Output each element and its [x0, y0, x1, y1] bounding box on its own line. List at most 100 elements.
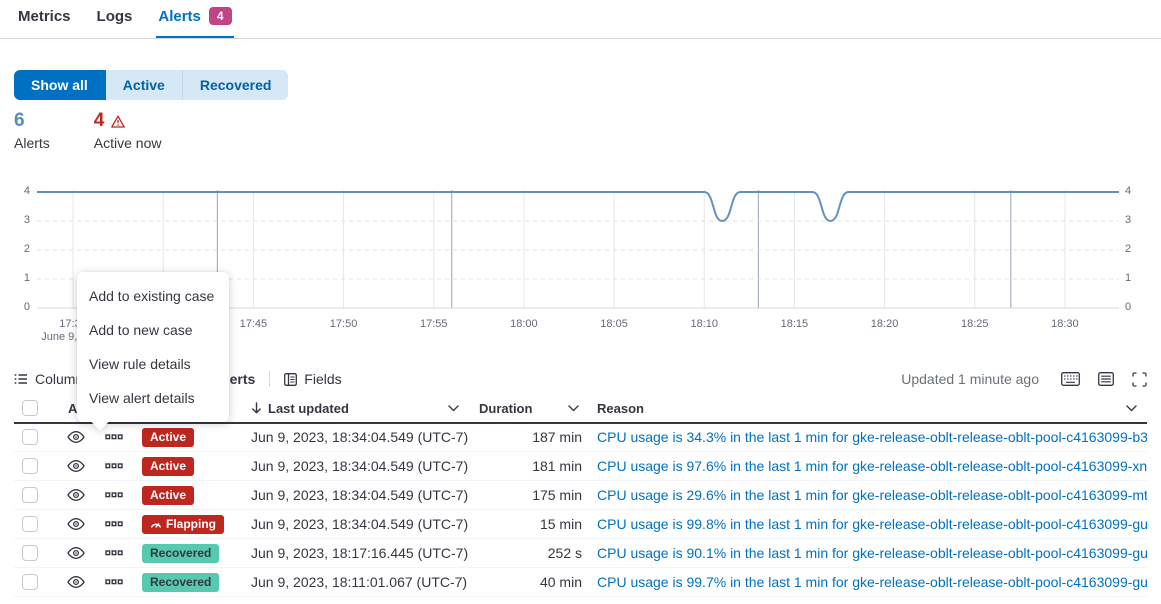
row-checkbox[interactable] — [22, 458, 38, 474]
view-alert-button[interactable] — [58, 546, 94, 560]
eye-icon — [67, 517, 85, 531]
view-alert-button[interactable] — [58, 517, 94, 531]
x-axis-tick-label: 17:45 — [240, 318, 268, 330]
view-alert-button[interactable] — [58, 459, 94, 473]
header-select-all — [14, 400, 58, 416]
last-updated-cell: Jun 9, 2023, 18:34:04.549 (UTC-7) — [244, 487, 469, 503]
status-badge-label: Recovered — [150, 576, 211, 589]
reason-link[interactable]: CPU usage is 99.8% in the last 1 min for… — [589, 516, 1147, 532]
table-row: FlappingJun 9, 2023, 18:34:04.549 (UTC-7… — [14, 510, 1147, 539]
view-alert-button[interactable] — [58, 575, 94, 589]
x-axis-tick-label: 18:00 — [510, 318, 538, 330]
tab-alerts-label: Alerts — [158, 8, 201, 25]
column-menu-chevron-icon[interactable] — [1126, 405, 1137, 412]
fields-button[interactable]: Fields — [284, 371, 341, 387]
duration-cell: 187 min — [469, 429, 589, 445]
duration-cell: 181 min — [469, 458, 589, 474]
reason-link[interactable]: CPU usage is 99.7% in the last 1 min for… — [589, 574, 1147, 590]
alerts-count-badge: 4 — [209, 7, 232, 25]
columns-list-icon — [14, 373, 28, 385]
more-actions-button[interactable] — [94, 492, 134, 498]
view-alert-button[interactable] — [58, 430, 94, 444]
y-axis-tick-label: 1 — [14, 272, 30, 284]
boxes-horizontal-icon — [105, 579, 123, 585]
tab-alerts[interactable]: Alerts 4 — [156, 0, 233, 38]
more-actions-button[interactable] — [94, 579, 134, 585]
table-row: Recovered Jun 9, 2023, 18:17:16.445 (UTC-… — [14, 539, 1147, 568]
stat-active-count: 4 — [94, 110, 105, 132]
display-options-icon[interactable] — [1098, 372, 1114, 386]
more-actions-button[interactable] — [94, 463, 134, 469]
fields-button-label: Fields — [304, 371, 341, 387]
menu-item-add-new-case[interactable]: Add to new case — [77, 313, 229, 347]
stat-alerts: 6 Alerts — [14, 110, 50, 151]
stat-active-label: Active now — [94, 135, 162, 151]
header-duration-label: Duration — [479, 401, 532, 416]
filter-recovered-button[interactable]: Recovered — [183, 70, 289, 100]
x-axis-tick-label: 18:20 — [871, 318, 899, 330]
eye-icon — [67, 546, 85, 560]
more-actions-button[interactable] — [94, 434, 134, 440]
column-menu-chevron-icon[interactable] — [568, 405, 579, 412]
row-select-cell — [14, 516, 58, 532]
header-duration[interactable]: Duration — [469, 401, 589, 416]
last-updated-cell: Jun 9, 2023, 18:34:04.549 (UTC-7) — [244, 516, 469, 532]
top-tab-bar: Metrics Logs Alerts 4 — [0, 0, 1161, 39]
status-badge: Active — [142, 486, 194, 505]
row-checkbox[interactable] — [22, 429, 38, 445]
row-select-cell — [14, 545, 58, 561]
tab-logs[interactable]: Logs — [95, 0, 135, 38]
menu-item-view-alert-details[interactable]: View alert details — [77, 381, 229, 415]
alerts-table-body: ActiveJun 9, 2023, 18:34:04.549 (UTC-7)1… — [14, 423, 1147, 597]
y-axis-tick-label-right: 4 — [1125, 185, 1131, 197]
x-axis-tick-label: 18:15 — [781, 318, 809, 330]
tab-metrics-label: Metrics — [18, 8, 71, 25]
status-filter-group: Show all Active Recovered — [14, 70, 288, 100]
row-select-cell — [14, 429, 58, 445]
column-menu-chevron-icon[interactable] — [448, 405, 459, 412]
duration-cell: 40 min — [469, 574, 589, 590]
reason-link[interactable]: CPU usage is 97.6% in the last 1 min for… — [589, 458, 1147, 474]
sort-descending-icon — [251, 402, 262, 414]
menu-item-add-existing-case[interactable]: Add to existing case — [77, 279, 229, 313]
header-reason[interactable]: Reason — [589, 401, 1147, 416]
row-checkbox[interactable] — [22, 545, 38, 561]
status-badge-label: Active — [150, 489, 186, 502]
warning-icon — [110, 114, 126, 129]
y-axis-tick-label: 0 — [14, 301, 30, 313]
header-last-updated[interactable]: Last updated — [244, 401, 469, 416]
filter-active-button[interactable]: Active — [106, 70, 183, 100]
table-row: ActiveJun 9, 2023, 18:34:04.549 (UTC-7)1… — [14, 452, 1147, 481]
row-select-cell — [14, 574, 58, 590]
menu-item-view-rule-details[interactable]: View rule details — [77, 347, 229, 381]
status-badge: Recovered — [142, 544, 219, 563]
reason-link[interactable]: CPU usage is 34.3% in the last 1 min for… — [589, 429, 1147, 445]
more-actions-button[interactable] — [94, 550, 134, 556]
row-checkbox[interactable] — [22, 487, 38, 503]
last-updated-cell: Jun 9, 2023, 18:17:16.445 (UTC-7) — [244, 545, 469, 561]
select-all-checkbox[interactable] — [22, 400, 38, 416]
filter-show-all-button[interactable]: Show all — [14, 70, 106, 100]
y-axis-tick-label: 4 — [14, 185, 30, 197]
eye-icon — [67, 488, 85, 502]
row-checkbox[interactable] — [22, 574, 38, 590]
reason-link[interactable]: CPU usage is 29.6% in the last 1 min for… — [589, 487, 1147, 503]
table-row: ActiveJun 9, 2023, 18:34:04.549 (UTC-7)1… — [14, 481, 1147, 510]
row-checkbox[interactable] — [22, 516, 38, 532]
toolbar-divider — [269, 371, 270, 387]
row-select-cell — [14, 458, 58, 474]
view-alert-button[interactable] — [58, 488, 94, 502]
more-actions-button[interactable] — [94, 521, 134, 527]
stat-active-now: 4 Active now — [94, 110, 162, 151]
y-axis-tick-label: 2 — [14, 243, 30, 255]
header-last-updated-label: Last updated — [268, 401, 349, 416]
y-axis-tick-label: 3 — [14, 214, 30, 226]
tab-metrics[interactable]: Metrics — [16, 0, 73, 38]
fullscreen-icon[interactable] — [1132, 372, 1147, 387]
keyboard-shortcuts-icon[interactable] — [1061, 372, 1080, 386]
status-badge-label: Active — [150, 460, 186, 473]
row-actions-context-menu: Add to existing case Add to new case Vie… — [77, 272, 229, 422]
reason-link[interactable]: CPU usage is 90.1% in the last 1 min for… — [589, 545, 1147, 561]
stat-alerts-label: Alerts — [14, 135, 50, 151]
gauge-icon — [150, 519, 162, 529]
